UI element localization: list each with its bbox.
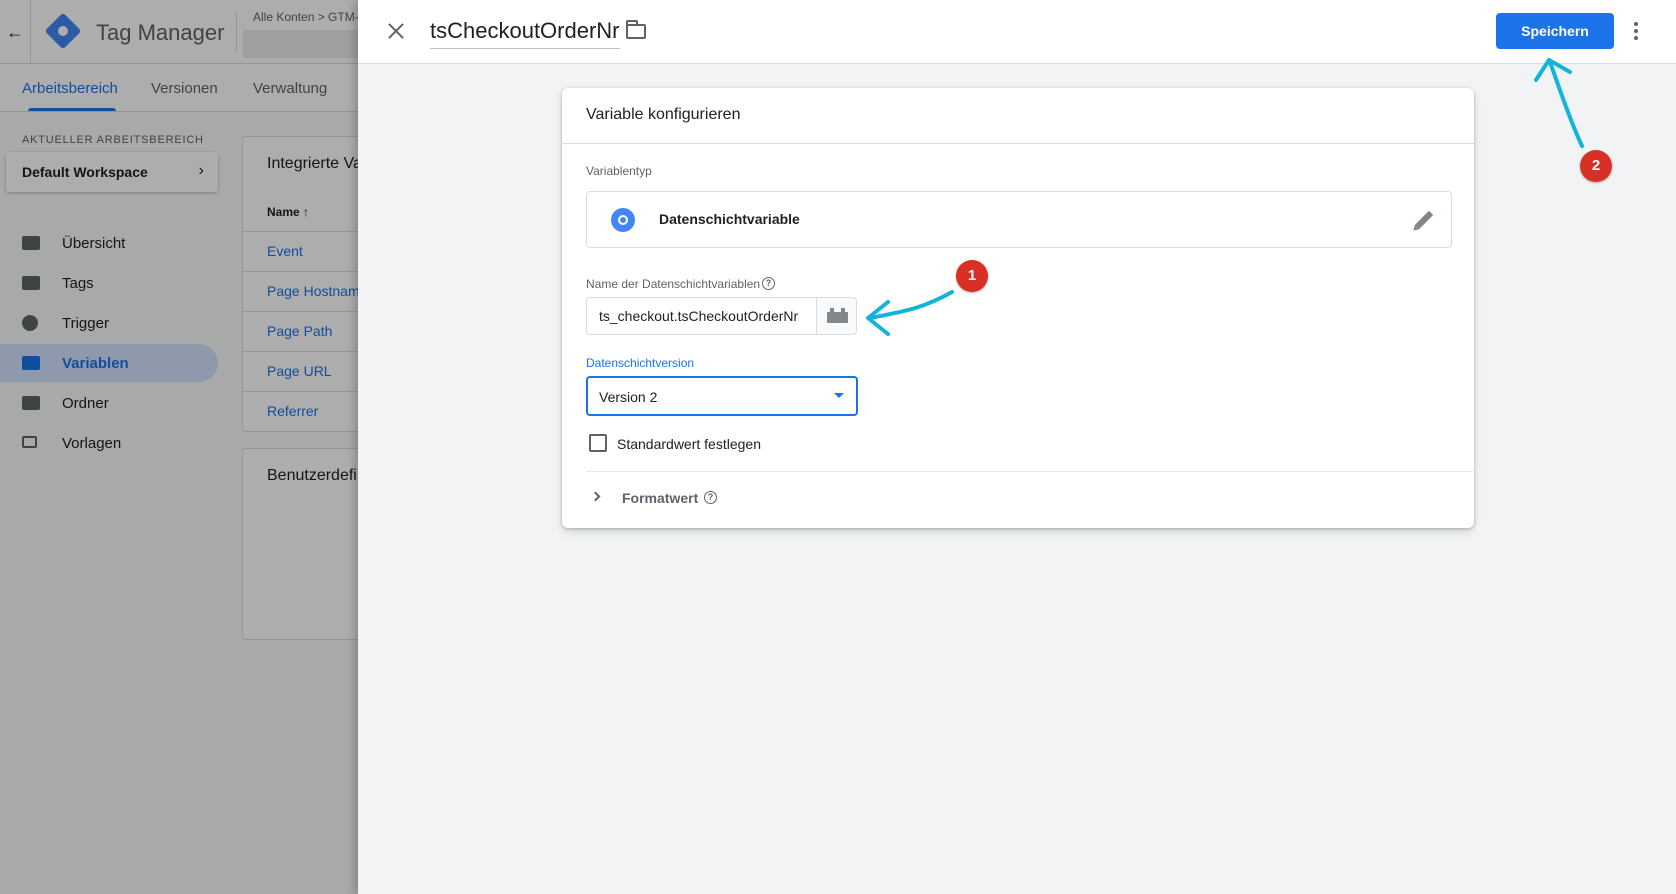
annotation-arrow-2 [1548, 60, 1584, 148]
annotation-arrows [866, 58, 1584, 336]
annotation-badge-2: 2 [1580, 150, 1612, 182]
annotation-badge-1: 1 [956, 260, 988, 292]
